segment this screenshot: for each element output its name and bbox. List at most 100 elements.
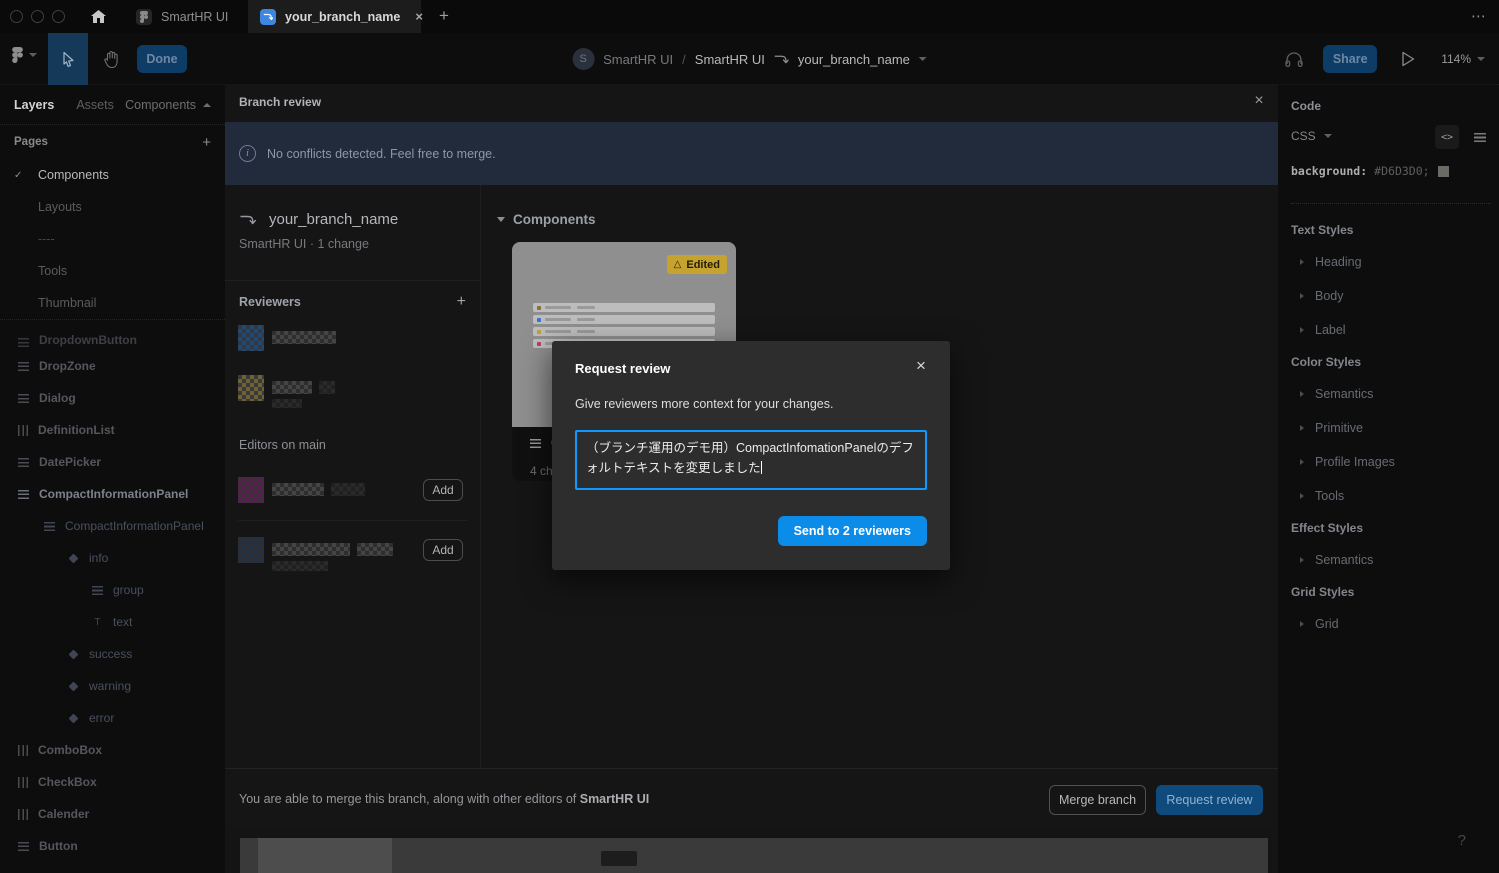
tab-assets[interactable]: Assets xyxy=(76,98,114,112)
layer-type-icon xyxy=(18,842,29,851)
add-editor-button[interactable]: Add xyxy=(423,539,463,561)
add-reviewer-button[interactable]: + xyxy=(457,294,466,310)
layer-item[interactable]: Dialog xyxy=(0,382,225,414)
play-icon xyxy=(1401,51,1415,67)
chevron-right-icon[interactable] xyxy=(1300,293,1304,299)
breadcrumb-project[interactable]: SmartHR UI xyxy=(603,52,673,67)
review-comment-input[interactable]: （ブランチ運用のデモ用）CompactInfomationPanelのデフォルト… xyxy=(575,430,927,490)
org-avatar[interactable]: S xyxy=(572,48,594,70)
modal-close-icon[interactable]: × xyxy=(1249,91,1269,111)
style-item[interactable]: Heading xyxy=(1291,245,1499,279)
layer-item[interactable]: DropZone xyxy=(0,350,225,382)
layer-item[interactable]: DatePicker xyxy=(0,446,225,478)
layer-item[interactable]: error xyxy=(0,702,225,734)
page-item[interactable]: ✓ ---- xyxy=(0,223,225,255)
window-zoom-light[interactable] xyxy=(52,10,65,23)
layer-item[interactable]: Calender xyxy=(0,798,225,830)
components-section-header[interactable]: Components xyxy=(497,212,596,227)
layer-item[interactable]: CompactInformationPanel xyxy=(0,478,225,510)
layer-item[interactable]: warning xyxy=(0,670,225,702)
layer-item[interactable]: info xyxy=(0,542,225,574)
share-button[interactable]: Share xyxy=(1323,45,1377,73)
layer-item[interactable]: group xyxy=(0,574,225,606)
color-swatch[interactable] xyxy=(1438,166,1449,177)
css-value[interactable]: #D6D3D0; xyxy=(1374,164,1429,178)
merge-branch-button[interactable]: Merge branch xyxy=(1049,785,1146,815)
zoom-control[interactable]: 114% xyxy=(1441,52,1485,66)
done-button[interactable]: Done xyxy=(137,45,187,73)
editor-avatar-redacted xyxy=(238,477,264,503)
page-item[interactable]: ✓ Components xyxy=(0,159,225,191)
style-item[interactable]: Primitive xyxy=(1291,411,1499,445)
main-menu-button[interactable] xyxy=(12,47,37,63)
window-close-light[interactable] xyxy=(10,10,23,23)
style-item[interactable]: Grid xyxy=(1291,607,1499,641)
canvas-element[interactable] xyxy=(601,851,637,866)
move-tool-selected[interactable] xyxy=(48,33,88,85)
help-button[interactable]: ? xyxy=(1458,832,1466,849)
breadcrumb-branch[interactable]: your_branch_name xyxy=(798,52,910,67)
window-more-icon[interactable]: ⋯ xyxy=(1466,4,1492,28)
layer-item[interactable]: CheckBox xyxy=(0,766,225,798)
style-item-label: Tools xyxy=(1315,489,1344,503)
chevron-right-icon[interactable] xyxy=(1300,259,1304,265)
layer-item[interactable]: text xyxy=(0,606,225,638)
chevron-down-icon[interactable] xyxy=(919,57,927,61)
present-button[interactable] xyxy=(1401,51,1415,67)
code-language: CSS xyxy=(1291,129,1316,143)
tab-components-collapse[interactable]: Components xyxy=(125,98,211,112)
branch-tab-icon xyxy=(260,9,276,25)
layer-item[interactable]: CompactInformationPanel xyxy=(0,510,225,542)
audio-headphones-button[interactable] xyxy=(1285,51,1303,68)
layer-item[interactable]: success xyxy=(0,638,225,670)
table-view-icon[interactable] xyxy=(1474,133,1486,142)
tab-layers[interactable]: Layers xyxy=(14,98,54,112)
home-button[interactable] xyxy=(84,5,112,28)
layer-item[interactable]: ComboBox xyxy=(0,734,225,766)
layer-label: info xyxy=(89,551,108,565)
chevron-right-icon[interactable] xyxy=(1300,459,1304,465)
layer-item[interactable]: Button xyxy=(0,830,225,862)
page-item[interactable]: ✓ Layouts xyxy=(0,191,225,223)
chevron-right-icon[interactable] xyxy=(1300,327,1304,333)
chevron-right-icon[interactable] xyxy=(1300,391,1304,397)
add-page-button[interactable]: + xyxy=(202,134,211,151)
css-property: background: xyxy=(1291,164,1367,178)
code-view-toggle[interactable]: <> xyxy=(1435,125,1459,149)
placeholder-text xyxy=(545,318,571,321)
warning-triangle-icon: △ xyxy=(674,259,682,270)
send-to-reviewers-button[interactable]: Send to 2 reviewers xyxy=(778,516,927,546)
code-language-select[interactable]: CSS xyxy=(1291,129,1332,143)
chevron-right-icon[interactable] xyxy=(1300,557,1304,563)
style-item[interactable]: Semantics xyxy=(1291,543,1499,577)
status-dot-icon xyxy=(537,342,541,346)
window-minimize-light[interactable] xyxy=(31,10,44,23)
style-item[interactable]: Profile Images xyxy=(1291,445,1499,479)
editor-row: Add xyxy=(238,477,467,503)
layer-item[interactable]: DropdownButton xyxy=(0,320,225,350)
canvas-frame[interactable] xyxy=(240,838,1268,873)
dialog-close-icon[interactable]: × xyxy=(910,355,932,377)
tab-smarthr-ui[interactable]: SmartHR UI xyxy=(124,0,248,33)
style-item[interactable]: Tools xyxy=(1291,479,1499,513)
hand-tool[interactable] xyxy=(92,33,130,85)
style-item[interactable]: Body xyxy=(1291,279,1499,313)
page-label: ---- xyxy=(38,232,55,246)
new-tab-button[interactable]: + xyxy=(432,4,456,28)
layer-item[interactable]: DefinitionList xyxy=(0,414,225,446)
canvas[interactable] xyxy=(225,830,1278,873)
tab-your-branch-name[interactable]: your_branch_name × xyxy=(248,0,421,33)
chevron-right-icon[interactable] xyxy=(1300,621,1304,627)
page-item[interactable]: ✓ Thumbnail xyxy=(0,287,225,319)
request-review-button[interactable]: Request review xyxy=(1156,785,1263,815)
editor-name-redacted xyxy=(272,477,365,496)
page-item[interactable]: ✓ Tools xyxy=(0,255,225,287)
tab-close-icon[interactable]: × xyxy=(415,9,423,24)
add-editor-button[interactable]: Add xyxy=(423,479,463,501)
breadcrumb-file[interactable]: SmartHR UI xyxy=(695,52,765,67)
canvas-frame-section[interactable] xyxy=(258,838,392,873)
style-item[interactable]: Label xyxy=(1291,313,1499,347)
style-item[interactable]: Semantics xyxy=(1291,377,1499,411)
chevron-right-icon[interactable] xyxy=(1300,425,1304,431)
chevron-right-icon[interactable] xyxy=(1300,493,1304,499)
